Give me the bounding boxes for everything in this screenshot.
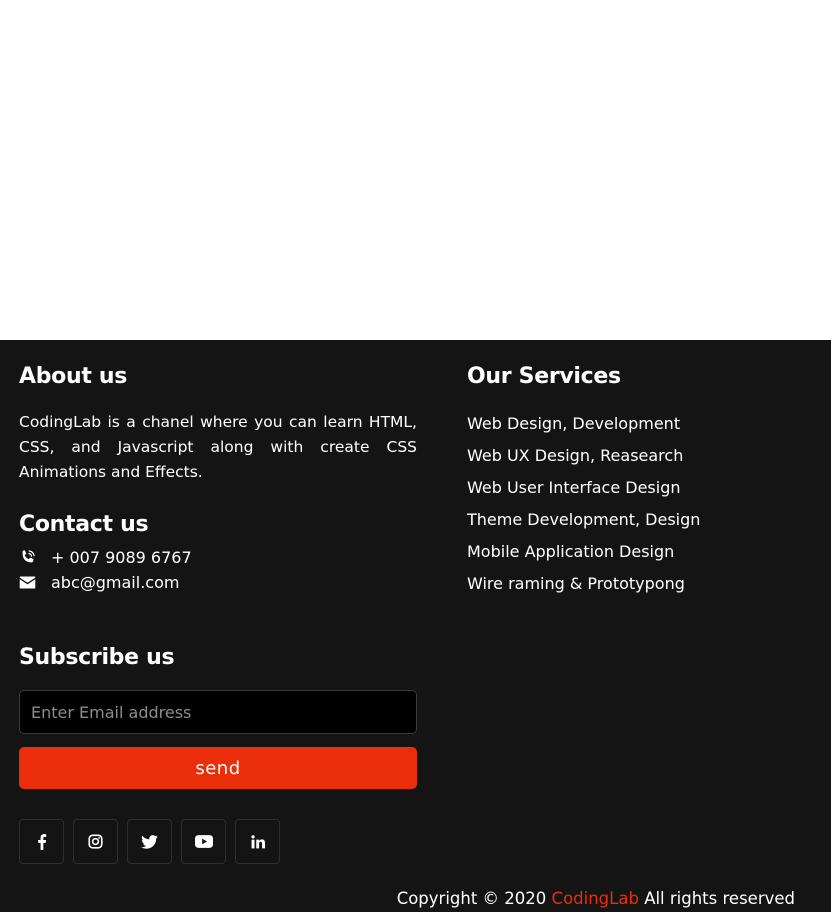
service-item[interactable]: Web User Interface Design (467, 478, 700, 510)
contact-phone[interactable]: + 007 9089 6767 (19, 548, 192, 567)
facebook-link[interactable] (19, 819, 64, 864)
facebook-icon (37, 833, 46, 850)
send-button[interactable]: send (19, 747, 417, 789)
contact-email[interactable]: abc@gmail.com (19, 573, 179, 592)
about-heading: About us (19, 364, 128, 389)
instagram-link[interactable] (73, 819, 118, 864)
services-heading: Our Services (467, 364, 621, 389)
service-item[interactable]: Wire raming & Prototypong (467, 574, 700, 606)
subscribe-heading: Subscribe us (19, 645, 175, 670)
copyright-brand-link[interactable]: CodingLab (552, 889, 639, 908)
service-item[interactable]: Theme Development, Design (467, 510, 700, 542)
social-links (19, 819, 280, 864)
instagram-icon (88, 834, 103, 849)
contact-email-text: abc@gmail.com (51, 573, 180, 592)
about-text: CodingLab is a chanel where you can lear… (19, 413, 417, 481)
youtube-icon (194, 835, 213, 848)
copyright: Copyright © 2020 CodingLab All rights re… (397, 889, 795, 908)
contact-phone-text: + 007 9089 6767 (51, 548, 192, 567)
contact-heading: Contact us (19, 512, 149, 537)
service-item[interactable]: Web UX Design, Reasearch (467, 446, 700, 478)
site-footer: About us CodingLab is a chanel where you… (0, 340, 831, 912)
phone-volume-icon (19, 549, 51, 566)
copyright-prefix: Copyright © 2020 (396, 889, 547, 908)
envelope-icon (19, 576, 51, 589)
twitter-link[interactable] (127, 819, 172, 864)
linkedin-link[interactable] (235, 819, 280, 864)
youtube-link[interactable] (181, 819, 226, 864)
services-list: Web Design, Development Web UX Design, R… (467, 414, 700, 606)
linkedin-icon (250, 834, 265, 848)
subscribe-email-input[interactable] (19, 690, 417, 734)
service-item[interactable]: Web Design, Development (467, 414, 700, 446)
service-item[interactable]: Mobile Application Design (467, 542, 700, 574)
copyright-suffix: All rights reserved (644, 889, 795, 908)
twitter-icon (141, 834, 158, 849)
